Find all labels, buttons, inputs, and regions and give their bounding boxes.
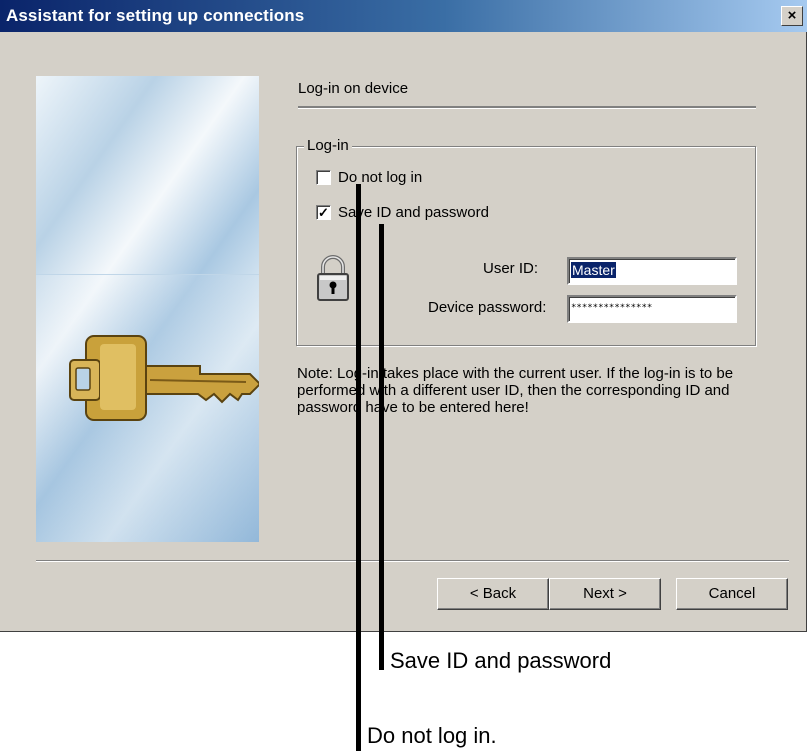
- callout-do-not-log-in: Do not log in.: [367, 723, 497, 748]
- window-title: Assistant for setting up connections: [6, 6, 305, 25]
- callout-line-save: [379, 224, 384, 670]
- button-divider: [36, 560, 789, 562]
- device-password-value: ***************: [571, 303, 653, 313]
- login-note: Note: Log-in takes place with the curren…: [297, 365, 734, 416]
- save-id-password-checkbox[interactable]: ✓: [316, 205, 331, 220]
- cancel-button[interactable]: Cancel: [676, 578, 788, 610]
- key-illustration: [69, 335, 259, 421]
- callout-line-do-not-log-in: [356, 184, 361, 751]
- user-id-label: User ID:: [483, 260, 539, 277]
- step-title: Log-in on device: [298, 80, 409, 97]
- lock-icon: [317, 255, 349, 301]
- wizard-side-image: [36, 76, 259, 542]
- user-id-input[interactable]: Master: [567, 257, 737, 285]
- user-id-value: Master: [571, 262, 616, 278]
- device-password-label: Device password:: [428, 299, 547, 316]
- step-title-rule: [298, 106, 756, 109]
- close-button[interactable]: ×: [781, 6, 803, 26]
- do-not-log-in-checkbox[interactable]: [316, 170, 331, 185]
- next-button[interactable]: Next >: [549, 578, 661, 610]
- connection-assistant-dialog: Assistant for setting up connections × L…: [0, 0, 807, 632]
- title-bar: Assistant for setting up connections ×: [0, 0, 807, 32]
- back-button[interactable]: < Back: [437, 578, 549, 610]
- login-group-legend: Log-in: [304, 137, 352, 154]
- callout-save-id-password: Save ID and password: [390, 648, 612, 673]
- do-not-log-in-label[interactable]: Do not log in: [338, 169, 422, 186]
- device-password-input[interactable]: ***************: [567, 295, 737, 323]
